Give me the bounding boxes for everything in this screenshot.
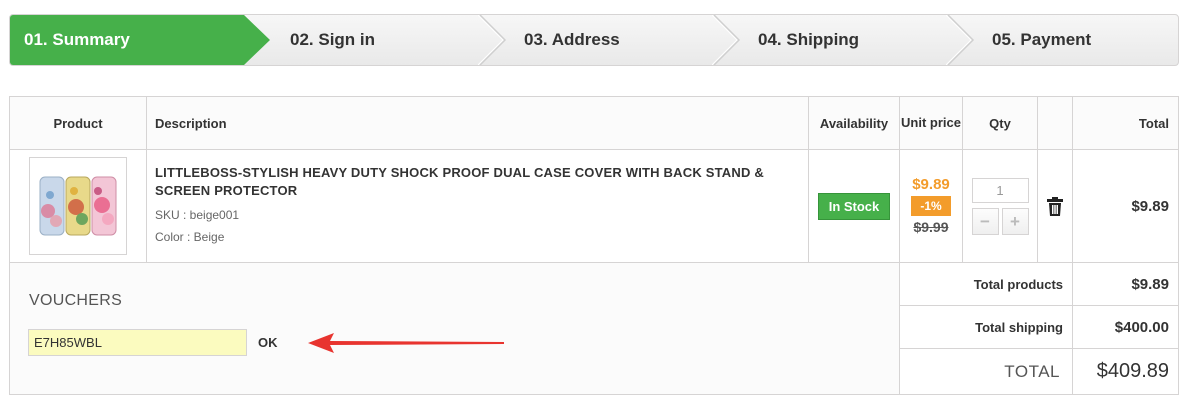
unit-price-cell: $9.89 -1% $9.99 [899, 149, 963, 263]
step-separator [478, 15, 507, 65]
unit-price: $9.89 [912, 176, 950, 193]
header-product: Product [9, 96, 147, 150]
product-name[interactable]: LITTLEBOSS-STYLISH HEAVY DUTY SHOCK PROO… [155, 164, 807, 200]
arrow-annotation [308, 333, 504, 353]
cart-item-row: LITTLEBOSS-STYLISH HEAVY DUTY SHOCK PROO… [9, 149, 1179, 263]
total-shipping-value: $400.00 [1072, 305, 1179, 349]
step-sign-in[interactable]: 02. Sign in [270, 15, 504, 65]
cart-table: Product Description Availability Unit pr… [9, 96, 1179, 395]
qty-cell: − + [962, 149, 1038, 263]
delete-item-button[interactable] [1039, 196, 1071, 216]
total-shipping-label: Total shipping [899, 305, 1073, 349]
step-summary[interactable]: 01. Summary [10, 15, 270, 65]
voucher-ok-button[interactable]: OK [258, 335, 278, 350]
cart-header-row: Product Description Availability Unit pr… [9, 96, 1179, 150]
header-description: Description [146, 96, 809, 150]
quantity-stepper: − + [964, 207, 1036, 235]
step-separator [712, 15, 741, 65]
trash-icon [1047, 196, 1063, 216]
header-delete [1037, 96, 1073, 150]
header-qty: Qty [962, 96, 1038, 150]
qty-minus-button[interactable]: − [971, 207, 999, 235]
product-thumbnail[interactable] [29, 157, 127, 255]
in-stock-badge: In Stock [817, 192, 891, 220]
step-address[interactable]: 03. Address [504, 15, 738, 65]
voucher-section: VOUCHERS OK [9, 262, 900, 395]
discount-badge: -1% [911, 196, 951, 216]
product-sku: SKU : beige001 [155, 208, 240, 222]
step-separator [946, 15, 975, 65]
totals-products-row: VOUCHERS OK Total products $9.89 [9, 262, 1179, 395]
phone-cases-image [39, 176, 117, 236]
total-products-value: $9.89 [1072, 262, 1179, 306]
qty-plus-button[interactable]: + [1001, 207, 1029, 235]
checkout-steps: 01. Summary 02. Sign in 03. Address 04. … [9, 14, 1179, 66]
line-total: $9.89 [1131, 197, 1169, 215]
line-total-cell: $9.89 [1072, 149, 1179, 263]
voucher-form: OK [28, 329, 278, 356]
product-color: Color : Beige [155, 230, 225, 244]
header-availability: Availability [808, 96, 900, 150]
quantity-input[interactable] [971, 177, 1029, 203]
voucher-title: VOUCHERS [29, 292, 123, 309]
delete-cell [1037, 149, 1073, 263]
step-payment[interactable]: 05. Payment [972, 15, 1178, 65]
grand-total-value: $409.89 [1072, 348, 1179, 395]
availability-cell: In Stock [808, 149, 900, 263]
step-shipping[interactable]: 04. Shipping [738, 15, 972, 65]
old-price: $9.99 [913, 219, 949, 235]
grand-total-label: TOTAL [899, 348, 1073, 395]
header-unit-price: Unit price [899, 96, 963, 150]
header-total: Total [1072, 96, 1179, 150]
product-image-cell [9, 149, 147, 263]
product-description-cell: LITTLEBOSS-STYLISH HEAVY DUTY SHOCK PROO… [146, 149, 809, 263]
voucher-code-input[interactable] [28, 329, 247, 356]
total-products-label: Total products [899, 262, 1073, 306]
